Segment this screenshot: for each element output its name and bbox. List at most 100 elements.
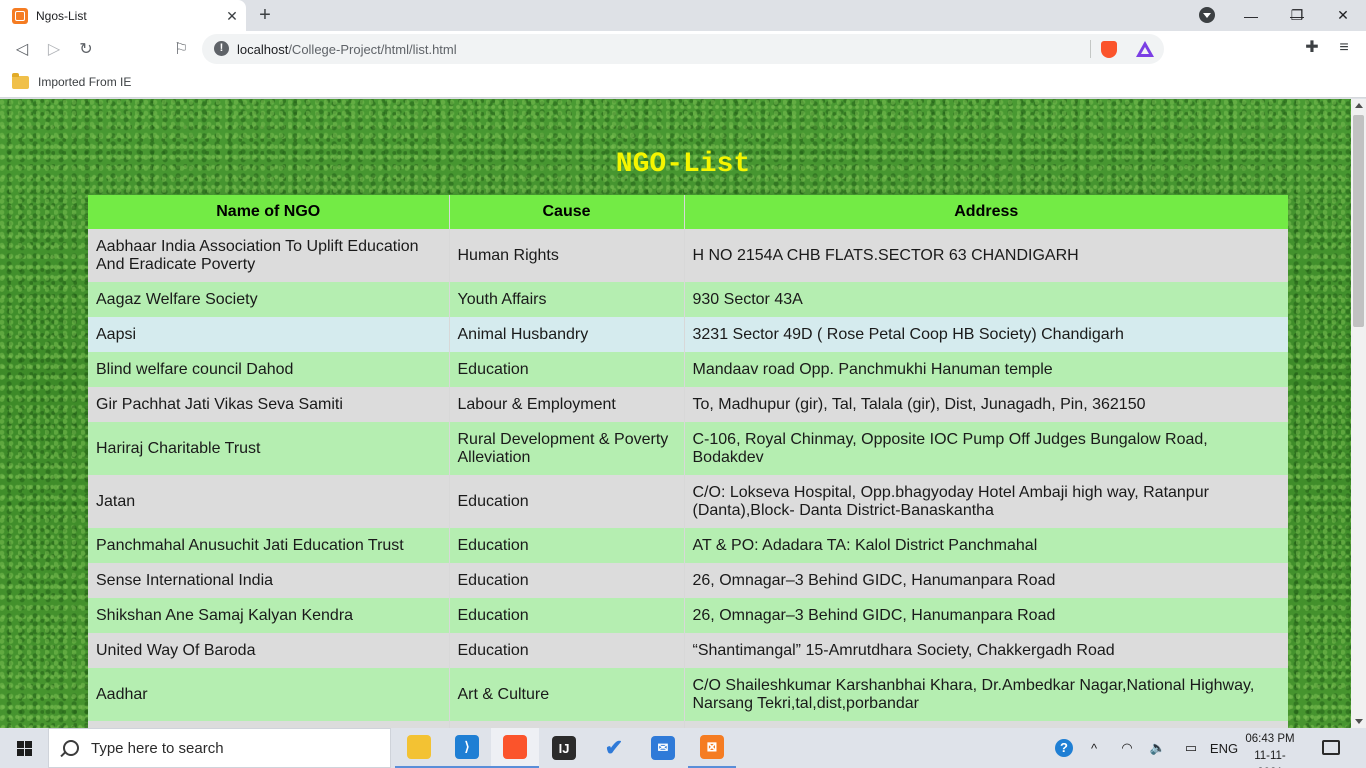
show-hidden-icons-chevron-icon[interactable]: ^ bbox=[1084, 728, 1104, 768]
ngo-name-cell: Blind welfare council Dahod bbox=[88, 352, 450, 387]
taskbar-clock[interactable]: 06:43 PM 11-11-2021 bbox=[1242, 731, 1298, 768]
mail-icon: ✉ bbox=[651, 736, 675, 760]
ngo-cause-cell: Education bbox=[449, 352, 685, 387]
ngo-address-cell: AT & PO: Adadara TA: Kalol District Panc… bbox=[684, 528, 1288, 563]
volume-icon[interactable]: 🔈 bbox=[1148, 728, 1168, 768]
table-row: Aapsi Animal Husbandry 3231 Sector 49D (… bbox=[88, 317, 1288, 352]
page-title: NGO-List bbox=[615, 149, 751, 180]
ngo-cause-cell: Education bbox=[449, 528, 685, 563]
ngo-name-cell bbox=[88, 721, 450, 728]
ngo-address-cell: H NO 2154A CHB FLATS.SECTOR 63 CHANDIGAR… bbox=[684, 229, 1288, 282]
windows-taskbar: Type here to search ⟩ IJ ✔ ✉ ⊠ ? ^ ◠ 🔈 ▭… bbox=[0, 728, 1366, 768]
table-row: Blind welfare council Dahod Education Ma… bbox=[88, 352, 1288, 387]
battery-icon[interactable]: ▭ bbox=[1180, 728, 1202, 768]
ngo-name-cell: Aapsi bbox=[88, 317, 450, 352]
taskbar-todo[interactable]: ✔ bbox=[590, 728, 638, 768]
url-text[interactable]: localhost/College-Project/html/list.html bbox=[237, 42, 457, 57]
table-row: Hariraj Charitable Trust Rural Developme… bbox=[88, 422, 1288, 475]
table-row bbox=[88, 721, 1288, 728]
intellij-icon: IJ bbox=[552, 736, 576, 760]
ngo-cause-cell: Education bbox=[449, 563, 685, 598]
ngo-address-cell: 26, Omnagar–3 Behind GIDC, Hanumanpara R… bbox=[684, 563, 1288, 598]
table-header-row: Name of NGO Cause Address bbox=[88, 195, 1288, 229]
action-center-icon[interactable] bbox=[1322, 740, 1340, 755]
ngo-cause-cell: Youth Affairs bbox=[449, 282, 685, 317]
ngo-address-cell: 26, Omnagar–3 Behind GIDC, Hanumanpara R… bbox=[684, 598, 1288, 633]
back-icon[interactable]: ◁ bbox=[10, 37, 34, 61]
browser-toolbar: ◁ ▷ ↻ ⚐ ! localhost/College-Project/html… bbox=[0, 31, 1366, 67]
bookmark-folder-label: Imported From IE bbox=[38, 75, 132, 89]
xampp-icon: ⊠ bbox=[700, 735, 724, 759]
column-header-name: Name of NGO bbox=[88, 195, 450, 229]
ngo-cause-cell: Animal Husbandry bbox=[449, 317, 685, 352]
brave-rewards-icon[interactable] bbox=[1136, 41, 1154, 57]
ngo-name-cell: Aagaz Welfare Society bbox=[88, 282, 450, 317]
taskbar-search-box[interactable]: Type here to search bbox=[48, 728, 391, 768]
forward-icon[interactable]: ▷ bbox=[42, 37, 66, 61]
ngo-address-cell bbox=[684, 721, 1288, 728]
vertical-scrollbar[interactable] bbox=[1351, 99, 1366, 728]
column-header-cause: Cause bbox=[449, 195, 685, 229]
table-row: United Way Of Baroda Education “Shantima… bbox=[88, 633, 1288, 668]
close-window-button[interactable]: ✕ bbox=[1320, 0, 1366, 31]
table-row: Panchmahal Anusuchit Jati Education Trus… bbox=[88, 528, 1288, 563]
wifi-icon[interactable]: ◠ bbox=[1116, 728, 1138, 768]
site-info-icon[interactable]: ! bbox=[214, 41, 229, 56]
ngo-cause-cell: Education bbox=[449, 598, 685, 633]
windows-logo-icon bbox=[17, 741, 24, 748]
ngo-name-cell: Shikshan Ane Samaj Kalyan Kendra bbox=[88, 598, 450, 633]
bookmark-folder-imported[interactable]: Imported From IE bbox=[12, 72, 131, 92]
language-indicator[interactable]: ENG bbox=[1208, 728, 1240, 768]
ngo-name-cell: Hariraj Charitable Trust bbox=[88, 422, 450, 475]
tab-strip: Ngos-List ✕ + — bbox=[0, 0, 1366, 31]
taskbar-xampp[interactable]: ⊠ bbox=[688, 728, 736, 768]
ngo-cause-cell bbox=[449, 721, 685, 728]
browser-menu-icon[interactable]: ≡ bbox=[1335, 39, 1353, 57]
taskbar-intellij[interactable]: IJ bbox=[540, 728, 588, 768]
ngo-cause-cell: Human Rights bbox=[449, 229, 685, 282]
ngo-cause-cell: Education bbox=[449, 475, 685, 528]
help-icon[interactable]: ? bbox=[1052, 728, 1076, 768]
brave-shields-icon[interactable] bbox=[1101, 41, 1117, 58]
scroll-down-icon[interactable] bbox=[1355, 719, 1363, 724]
brave-browser-icon bbox=[503, 735, 527, 759]
ngo-cause-cell: Education bbox=[449, 633, 685, 668]
tab-search-icon[interactable] bbox=[1199, 7, 1215, 23]
ngo-name-cell: Panchmahal Anusuchit Jati Education Trus… bbox=[88, 528, 450, 563]
search-icon bbox=[63, 740, 79, 756]
table-row: Sense International India Education 26, … bbox=[88, 563, 1288, 598]
new-tab-button[interactable]: + bbox=[256, 5, 274, 25]
ngo-address-cell: “Shantimangal” 15-Amrutdhara Society, Ch… bbox=[684, 633, 1288, 668]
file-explorer-icon bbox=[407, 735, 431, 759]
scroll-up-icon[interactable] bbox=[1355, 103, 1363, 108]
taskbar-file-explorer[interactable] bbox=[395, 728, 443, 768]
ngo-table: Name of NGO Cause Address Aabhaar India … bbox=[88, 195, 1288, 728]
taskbar-search-placeholder: Type here to search bbox=[91, 739, 224, 757]
scroll-thumb[interactable] bbox=[1353, 115, 1364, 327]
restore-window-button[interactable]: ❐ bbox=[1274, 0, 1320, 31]
browser-tab[interactable]: Ngos-List ✕ bbox=[0, 0, 246, 31]
clock-date: 11-11-2021 bbox=[1254, 750, 1286, 768]
bookmark-icon[interactable]: ⚐ bbox=[169, 37, 193, 61]
ngo-cause-cell: Labour & Employment bbox=[449, 387, 685, 422]
tab-close-icon[interactable]: ✕ bbox=[224, 8, 240, 24]
xampp-favicon-icon bbox=[12, 7, 28, 24]
address-bar[interactable]: ! localhost/College-Project/html/list.ht… bbox=[202, 34, 1164, 64]
minimize-window-button[interactable]: — bbox=[1228, 0, 1274, 31]
taskbar-vscode[interactable]: ⟩ bbox=[443, 728, 491, 768]
ngo-name-cell: Aabhaar India Association To Uplift Educ… bbox=[88, 229, 450, 282]
ngo-name-cell: United Way Of Baroda bbox=[88, 633, 450, 668]
taskbar-brave-browser[interactable] bbox=[491, 728, 539, 768]
table-row: Aabhaar India Association To Uplift Educ… bbox=[88, 229, 1288, 282]
taskbar-mail[interactable]: ✉ bbox=[639, 728, 687, 768]
extensions-icon[interactable]: ✚ bbox=[1303, 39, 1321, 57]
todo-check-icon: ✔ bbox=[604, 735, 624, 760]
table-row: Jatan Education C/O: Lokseva Hospital, O… bbox=[88, 475, 1288, 528]
ngo-name-cell: Jatan bbox=[88, 475, 450, 528]
reload-icon[interactable]: ↻ bbox=[74, 37, 98, 61]
windows-start-button[interactable] bbox=[0, 728, 48, 768]
windows-logo-pane bbox=[17, 749, 24, 756]
table-row: Gir Pachhat Jati Vikas Seva Samiti Labou… bbox=[88, 387, 1288, 422]
ngo-address-cell: Mandaav road Opp. Panchmukhi Hanuman tem… bbox=[684, 352, 1288, 387]
ngo-address-cell: C/O: Lokseva Hospital, Opp.bhagyoday Hot… bbox=[684, 475, 1288, 528]
